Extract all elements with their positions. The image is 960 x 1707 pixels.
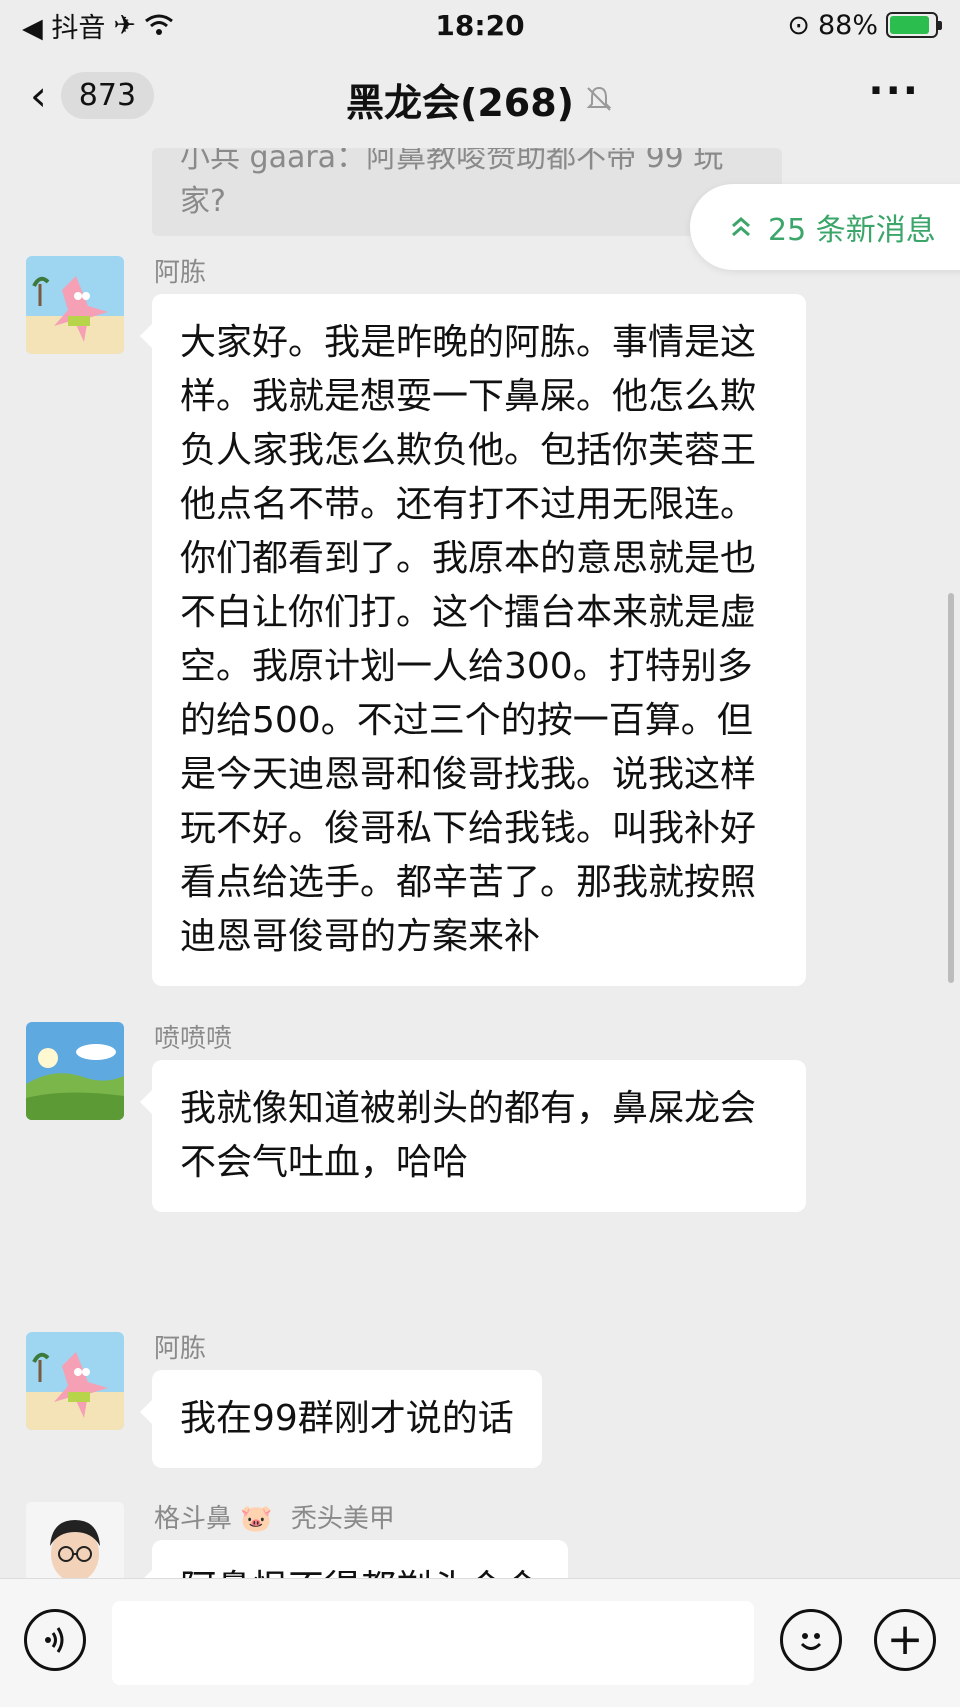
battery-percent: 88% <box>817 9 878 41</box>
sender-name: 阿胨 <box>154 1334 207 1364</box>
back-button[interactable]: ‹ 873 <box>30 70 155 120</box>
message-input[interactable] <box>112 1601 754 1685</box>
input-bar: + <box>0 1578 960 1707</box>
new-messages-label: 25 条新消息 <box>768 213 936 248</box>
patrick-avatar-image <box>26 1332 124 1430</box>
patrick-avatar-image <box>26 256 124 354</box>
battery-fill <box>889 16 929 34</box>
unread-count-badge: 873 <box>60 72 155 119</box>
pig-emoji: 🐷 <box>240 1504 273 1534</box>
emoji-icon[interactable] <box>780 1609 842 1671</box>
sender-name: 格斗鼻 <box>154 1504 233 1534</box>
chat-title: 黑龙会(268) <box>346 72 614 127</box>
quoted-message-text: 小兵 gaara：阿鼻教唆赞助都不带 99 玩家? <box>180 148 724 219</box>
back-arrow-icon: ‹ <box>30 70 47 120</box>
nav-bar: ‹ 873 黑龙会(268) ··· <box>0 50 960 148</box>
plus-icon[interactable]: + <box>874 1609 936 1671</box>
quoted-message: 小兵 gaara：阿鼻教唆赞助都不带 99 玩家? <box>152 148 782 236</box>
chevron-up-icon <box>732 217 750 237</box>
more-icon[interactable]: ··· <box>868 68 920 114</box>
sender-title: 秃头美甲 <box>290 1504 395 1534</box>
sender-name-row: 格斗鼻 🐷 秃头美甲 <box>154 1498 395 1535</box>
status-bar: ◀ 抖音 ✈ 18:20 ⊙ 88% <box>0 0 960 50</box>
chat-area[interactable]: 小兵 gaara：阿鼻教唆赞助都不带 99 玩家? 25 条新消息 阿胨 大家好… <box>0 148 960 1578</box>
sender-name: 喷喷喷 <box>154 1024 233 1054</box>
status-right: ⊙ 88% <box>658 9 942 41</box>
message-bubble[interactable]: 大家好。我是昨晚的阿胨。事情是这样。我就是想耍一下鼻屎。他怎么欺负人家我怎么欺负… <box>140 294 806 986</box>
voice-wave-glyph <box>45 1627 64 1653</box>
message-bubble[interactable]: 我就像知道被剃头的都有，鼻屎龙会不会气吐血，哈哈 <box>140 1060 806 1212</box>
voice-icon[interactable] <box>24 1609 86 1671</box>
rotation-lock-icon: ⊙ <box>787 9 810 41</box>
avatar[interactable] <box>26 1502 124 1578</box>
wifi-icon <box>145 14 173 35</box>
message-bubble[interactable]: 我在99群刚才说的话 <box>140 1370 542 1468</box>
status-time: 18:20 <box>435 8 525 42</box>
avatar[interactable] <box>26 1332 124 1430</box>
mute-icon <box>586 86 612 111</box>
airplane-icon: ✈ <box>113 9 136 41</box>
status-left: ◀ 抖音 ✈ <box>22 6 302 45</box>
scrollbar[interactable] <box>948 593 954 983</box>
cartoon-man-avatar-image <box>26 1502 124 1578</box>
back-to-app-link[interactable]: ◀ 抖音 <box>22 6 105 45</box>
message-bubble[interactable]: 阿鼻恨不得都剃头会会 <box>139 1540 569 1578</box>
new-messages-button[interactable]: 25 条新消息 <box>690 184 960 270</box>
sender-name: 阿胨 <box>154 258 207 288</box>
chat-title-text: 黑龙会(268) <box>345 80 575 125</box>
landscape-avatar-image <box>26 1022 124 1120</box>
avatar[interactable] <box>26 256 124 354</box>
battery-icon <box>885 12 942 38</box>
avatar[interactable] <box>26 1022 124 1120</box>
smiley-glyph <box>800 1633 822 1650</box>
